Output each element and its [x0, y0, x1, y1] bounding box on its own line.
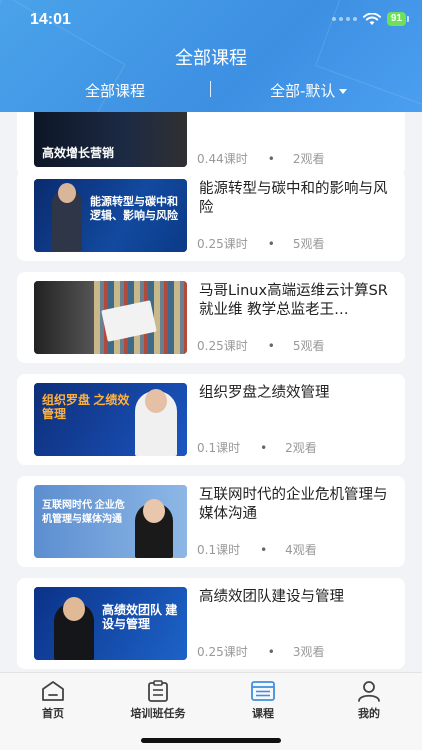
course-thumbnail: 能源转型与碳中和 逻辑、影响与风险	[34, 179, 187, 252]
status-time: 14:01	[30, 11, 71, 28]
course-hours: 0.25课时	[197, 339, 248, 353]
course-card[interactable]: 组织罗盘 之绩效管理 组织罗盘之绩效管理 0.1课时 • 2观看	[17, 374, 405, 465]
course-meta: 0.44课时 • 2观看	[197, 150, 324, 167]
course-title: 马哥Linux高端运维云计算SR就业维 教学总监老王…	[199, 283, 388, 318]
filter-divider	[210, 81, 211, 97]
meta-separator: •	[260, 440, 268, 455]
course-meta: 0.25课时 • 5观看	[197, 235, 324, 252]
sort-filter[interactable]: 全部-默认	[270, 80, 348, 101]
course-thumbnail: 组织罗盘 之绩效管理	[34, 383, 187, 456]
course-thumbnail	[34, 281, 187, 354]
course-views: 4观看	[285, 543, 317, 557]
tab-courses-label: 课程	[252, 707, 274, 720]
course-hours: 0.44课时	[197, 152, 248, 166]
filter-bar: 全部课程 全部-默认	[0, 78, 422, 102]
course-title: 能源转型与碳中和的影响与风险	[199, 181, 388, 216]
course-meta: 0.25课时 • 5观看	[197, 337, 324, 354]
thumbnail-text: 能源转型与碳中和 逻辑、影响与风险	[90, 196, 178, 222]
course-card[interactable]: 高绩效团队 建设与管理 高绩效团队建设与管理 0.25课时 • 3观看	[17, 578, 405, 669]
course-meta: 0.1课时 • 2观看	[197, 439, 317, 456]
home-icon	[42, 681, 64, 701]
profile-icon	[358, 681, 380, 702]
tab-home[interactable]: 首页	[8, 679, 98, 721]
course-thumbnail: 高绩效团队 建设与管理	[34, 587, 187, 660]
wifi-icon	[362, 12, 381, 25]
tab-tasks-label: 培训班任务	[130, 707, 186, 720]
course-views: 5观看	[292, 339, 325, 353]
caret-down-icon	[339, 89, 348, 94]
course-hours: 0.1课时	[197, 441, 241, 455]
thumbnail-text: 高效增长营销	[42, 146, 115, 160]
course-meta: 0.1课时 • 4观看	[197, 541, 317, 558]
home-indicator[interactable]	[141, 738, 281, 743]
meta-separator: •	[267, 151, 275, 166]
course-views: 5观看	[292, 237, 325, 251]
meta-separator: •	[260, 542, 268, 557]
tab-profile[interactable]: 我的	[324, 679, 414, 721]
course-hours: 0.25课时	[197, 645, 248, 659]
tab-tasks[interactable]: 培训班任务	[113, 679, 203, 721]
task-icon	[148, 680, 168, 702]
thumbnail-text: 组织罗盘 之绩效管理	[42, 393, 130, 421]
course-card[interactable]: 能源转型与碳中和 逻辑、影响与风险 能源转型与碳中和的影响与风险 0.25课时 …	[17, 170, 405, 261]
course-hours: 0.1课时	[197, 543, 241, 557]
header: 14:01 91 全部课程 全部课程 全部-默认	[0, 0, 422, 112]
course-card[interactable]: 马哥Linux高端运维云计算SR就业维 教学总监老王… 0.25课时 • 5观看	[17, 272, 405, 363]
status-bar: 14:01 91	[0, 0, 422, 40]
thumbnail-text: 高绩效团队 建设与管理	[102, 603, 178, 631]
signal-icon	[331, 17, 357, 21]
course-meta: 0.25课时 • 3观看	[197, 643, 324, 660]
course-views: 3观看	[292, 645, 325, 659]
battery-icon: 91	[386, 12, 410, 26]
meta-separator: •	[267, 644, 275, 659]
course-title: 组织罗盘之绩效管理	[199, 385, 330, 401]
meta-separator: •	[267, 236, 275, 251]
course-views: 2观看	[292, 152, 325, 166]
course-thumbnail: 互联网时代 企业危机管理与媒体沟通	[34, 485, 187, 558]
course-title: 互联网时代的企业危机管理与媒体沟通	[199, 487, 388, 522]
tab-profile-label: 我的	[358, 707, 380, 720]
meta-separator: •	[267, 338, 275, 353]
course-views: 2观看	[285, 441, 317, 455]
course-title: 高绩效团队建设与管理	[199, 589, 344, 605]
category-filter[interactable]: 全部课程	[0, 80, 230, 101]
tab-home-label: 首页	[42, 707, 64, 720]
sort-filter-label: 全部-默认	[270, 82, 336, 100]
tab-courses[interactable]: 课程	[218, 679, 308, 721]
course-card[interactable]: 互联网时代 企业危机管理与媒体沟通 互联网时代的企业危机管理与媒体沟通 0.1课…	[17, 476, 405, 567]
course-icon	[251, 681, 275, 701]
course-hours: 0.25课时	[197, 237, 248, 251]
thumbnail-text: 互联网时代 企业危机管理与媒体沟通	[42, 500, 125, 525]
page-title: 全部课程	[175, 48, 247, 69]
